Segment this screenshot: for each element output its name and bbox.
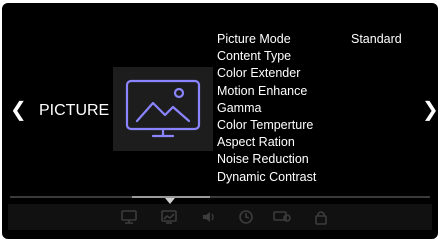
menu-item-color-extender[interactable]: Color Extender (217, 65, 316, 82)
menu-item-color-temperature[interactable]: Color Temperture (217, 117, 316, 134)
previous-category-arrow[interactable]: ❮ (10, 96, 27, 122)
sound-tab-icon (203, 212, 214, 222)
menu-item-gamma[interactable]: Gamma (217, 100, 316, 117)
tab-picture-frame[interactable] (159, 207, 179, 227)
tab-sound[interactable] (199, 207, 219, 227)
menu-item-noise-reduction[interactable]: Noise Reduction (217, 151, 316, 168)
tab-settings[interactable] (272, 207, 292, 227)
tab-timer[interactable] (236, 207, 256, 227)
menu-item-picture-mode[interactable]: Picture Mode (217, 31, 316, 48)
picture-category-tile[interactable] (113, 67, 213, 151)
next-category-arrow[interactable]: ❯ (422, 96, 438, 122)
menu-item-aspect-ratio[interactable]: Aspect Ration (217, 134, 316, 151)
menu-item-motion-enhance[interactable]: Motion Enhance (217, 83, 316, 100)
picture-settings-menu: Picture Mode Content Type Color Extender… (217, 31, 316, 186)
category-title: PICTURE (39, 102, 110, 119)
picture-tab-icon (121, 210, 137, 224)
tab-lock[interactable] (311, 207, 331, 227)
menu-item-dynamic-contrast[interactable]: Dynamic Contrast (217, 169, 316, 186)
tv-menu-screen: ❮ PICTURE Picture Mode Content Type Colo… (2, 3, 438, 239)
picture-monitor-icon (125, 79, 201, 138)
clock-tab-icon (239, 210, 253, 224)
picture-frame-tab-icon (161, 210, 177, 224)
tab-picture[interactable] (119, 207, 139, 227)
lock-tab-icon (315, 211, 327, 225)
divider (10, 196, 430, 198)
category-tab-bar (8, 204, 432, 230)
picture-mode-value: Standard (351, 32, 402, 46)
settings-tab-icon (273, 211, 291, 222)
menu-item-content-type[interactable]: Content Type (217, 48, 316, 65)
